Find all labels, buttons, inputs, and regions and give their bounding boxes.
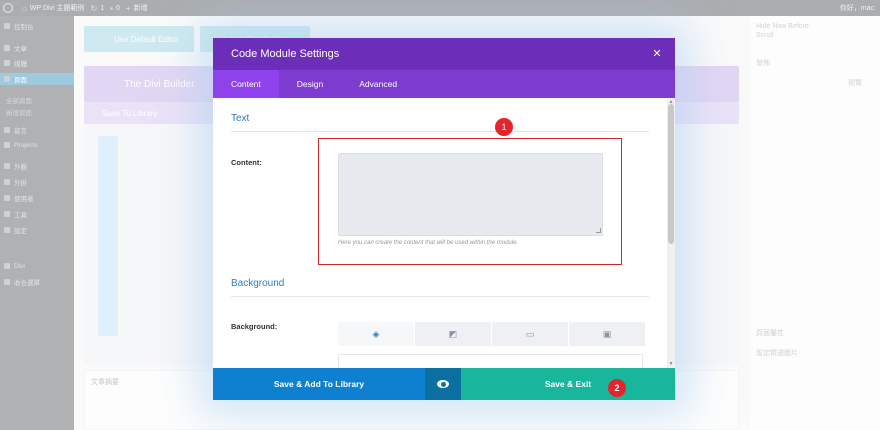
save-exit-button[interactable]: Save & Exit 2	[461, 368, 675, 400]
media-icon	[4, 60, 10, 66]
sidebar-item-appearance[interactable]: 外觀	[0, 160, 74, 172]
updates-link[interactable]: ↻ 1	[91, 4, 105, 13]
tab-advanced[interactable]: Advanced	[341, 70, 415, 98]
content-label: Content:	[231, 158, 262, 167]
default-editor-button[interactable]: Use Default Editor	[84, 26, 194, 52]
background-options-panel	[338, 354, 643, 368]
dashboard-icon	[4, 23, 10, 29]
comment-icon: ▪	[110, 3, 114, 13]
modal-header: Code Module Settings	[213, 38, 675, 70]
sidebar-item-comments[interactable]: 留言	[0, 124, 74, 136]
tab-design[interactable]: Design	[279, 70, 341, 98]
tab-content[interactable]: Content	[213, 70, 279, 98]
background-label: Background:	[231, 322, 278, 331]
modal-footer: Save & Add To Library Save & Exit 2	[213, 368, 675, 400]
modal-title: Code Module Settings	[231, 48, 340, 60]
sidebar-item-settings[interactable]: 設定	[0, 224, 74, 236]
background-video-tab[interactable]: ▣	[569, 322, 645, 346]
user-icon	[4, 195, 10, 201]
brush-icon	[4, 163, 10, 169]
save-add-to-library-button[interactable]: Save & Add To Library	[213, 368, 425, 400]
content-textarea[interactable]	[338, 153, 603, 236]
eye-icon	[437, 380, 449, 388]
annotation-badge-1: 1	[495, 118, 513, 136]
collapse-icon	[4, 279, 10, 285]
video-icon: ▣	[602, 328, 612, 339]
section-bar	[98, 136, 118, 336]
background-type-tabs: ◈ ◩ ▭ ▣	[338, 322, 645, 346]
image-icon: ▭	[525, 328, 535, 339]
right-panel: Hide Now Before Scroll 發佈 預覽 頁面屬性 設定精選圖片	[750, 16, 880, 430]
paint-bucket-icon: ◈	[372, 328, 380, 339]
admin-bar: ⌂ WP Divi 主題範例 ↻ 1 ▪ 0 + 新增 你好，mac	[0, 0, 880, 16]
sidebar-item-collapse[interactable]: 收合選單	[0, 276, 74, 288]
pin-icon	[4, 45, 10, 51]
scroll-down-icon[interactable]: ▼	[668, 361, 674, 367]
sidebar-item-pages[interactable]: 頁面	[0, 73, 74, 85]
user-greeting[interactable]: 你好，mac	[840, 3, 874, 13]
background-color-tab[interactable]: ◈	[338, 322, 414, 346]
modal-tabs: Content Design Advanced	[213, 70, 675, 98]
modal-body: Text Content: Here you can create the co…	[213, 98, 675, 368]
plugin-icon	[4, 179, 10, 185]
sidebar-item-tools[interactable]: 工具	[0, 208, 74, 220]
sidebar-item-plugins[interactable]: 外掛	[0, 176, 74, 188]
divi-icon	[4, 263, 10, 269]
resize-handle-icon[interactable]	[596, 228, 601, 233]
sidebar-item-posts[interactable]: 文章	[0, 42, 74, 54]
sidebar-item-dashboard[interactable]: 控制台	[0, 20, 74, 32]
site-name-link[interactable]: ⌂ WP Divi 主題範例	[22, 3, 85, 13]
background-image-tab[interactable]: ▭	[492, 322, 568, 346]
home-icon: ⌂	[22, 3, 27, 13]
section-divider	[231, 296, 649, 297]
sidebar-item-media[interactable]: 媒體	[0, 57, 74, 69]
code-module-settings-modal: Code Module Settings ✕ Content Design Ad…	[213, 38, 675, 400]
settings-icon	[4, 227, 10, 233]
content-description: Here you can create the content that wil…	[338, 240, 519, 246]
refresh-icon: ↻	[90, 3, 98, 13]
plus-icon: +	[125, 3, 131, 13]
preview-button[interactable]	[425, 368, 461, 400]
sidebar-item-divi[interactable]: Divi	[0, 260, 74, 272]
comment-icon	[4, 127, 10, 133]
comments-link[interactable]: ▪ 0	[110, 4, 120, 13]
pin-icon	[4, 142, 10, 148]
wordpress-logo-icon[interactable]	[0, 0, 16, 16]
annotation-badge-2: 2	[608, 379, 626, 397]
sidebar-item-all-pages[interactable]: 全部頁面	[0, 94, 74, 106]
section-title-background[interactable]: Background	[231, 278, 284, 289]
sidebar-item-users[interactable]: 使用者	[0, 192, 74, 204]
background-gradient-tab[interactable]: ◩	[415, 322, 491, 346]
gradient-icon: ◩	[448, 328, 458, 339]
section-divider	[231, 131, 649, 132]
section-title-text[interactable]: Text	[231, 113, 249, 124]
scroll-thumb[interactable]	[668, 104, 674, 244]
close-icon[interactable]: ✕	[649, 46, 665, 62]
page-icon	[4, 76, 10, 82]
sidebar-item-projects[interactable]: Projects	[0, 139, 74, 151]
admin-sidebar: 控制台 文章 媒體 頁面 全部頁面 新增頁面 留言 Projects 外觀 外掛…	[0, 16, 74, 430]
new-content-link[interactable]: + 新增	[126, 3, 148, 13]
sidebar-item-add-page[interactable]: 新增頁面	[0, 106, 74, 118]
wrench-icon	[4, 211, 10, 217]
